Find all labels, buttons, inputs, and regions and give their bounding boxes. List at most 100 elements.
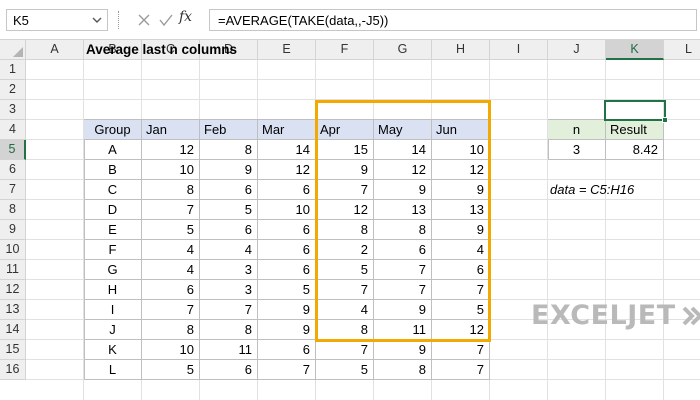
select-all-corner[interactable] <box>0 40 26 60</box>
table-header-mar[interactable]: Mar <box>258 120 316 140</box>
result-header[interactable]: Result <box>606 120 664 140</box>
value-cell[interactable]: 5 <box>142 220 200 240</box>
row-header-8[interactable]: 8 <box>0 200 26 220</box>
name-box[interactable]: K5 <box>6 9 108 31</box>
group-cell[interactable]: D <box>84 200 142 220</box>
row-header-9[interactable]: 9 <box>0 220 26 240</box>
value-cell[interactable]: 3 <box>200 260 258 280</box>
table-header-jan[interactable]: Jan <box>142 120 200 140</box>
column-header-k[interactable]: K <box>606 40 664 60</box>
function-icon[interactable]: fx <box>179 9 192 25</box>
row-header-7[interactable]: 7 <box>0 180 26 200</box>
value-cell[interactable]: 5 <box>200 200 258 220</box>
column-header-a[interactable]: A <box>26 40 84 60</box>
value-cell[interactable]: 10 <box>258 200 316 220</box>
column-header-i[interactable]: I <box>490 40 548 60</box>
column-header-h[interactable]: H <box>432 40 490 60</box>
enter-icon[interactable] <box>157 11 175 29</box>
value-cell[interactable]: 11 <box>200 340 258 360</box>
value-cell[interactable]: 9 <box>258 320 316 340</box>
value-cell[interactable]: 6 <box>258 340 316 360</box>
table-header-group[interactable]: Group <box>84 120 142 140</box>
active-cell-selection[interactable] <box>604 100 668 123</box>
value-cell[interactable]: 10 <box>142 340 200 360</box>
row-header-11[interactable]: 11 <box>0 260 26 280</box>
value-cell[interactable]: 8 <box>374 360 432 380</box>
row-header-15[interactable]: 15 <box>0 340 26 360</box>
group-cell[interactable]: A <box>84 140 142 160</box>
value-cell[interactable]: 6 <box>258 260 316 280</box>
value-cell[interactable]: 7 <box>316 340 374 360</box>
value-cell[interactable]: 9 <box>200 160 258 180</box>
value-cell[interactable]: 6 <box>258 180 316 200</box>
value-cell[interactable]: 7 <box>432 360 490 380</box>
value-cell[interactable]: 4 <box>142 240 200 260</box>
group-cell[interactable]: K <box>84 340 142 360</box>
value-cell[interactable]: 5 <box>258 280 316 300</box>
row-header-3[interactable]: 3 <box>0 100 26 120</box>
value-cell[interactable]: 6 <box>200 180 258 200</box>
row-header-16[interactable]: 16 <box>0 360 26 380</box>
value-cell[interactable]: 7 <box>142 300 200 320</box>
value-cell[interactable]: 6 <box>258 220 316 240</box>
value-cell[interactable]: 8 <box>142 180 200 200</box>
value-cell[interactable]: 5 <box>142 360 200 380</box>
value-cell[interactable]: 12 <box>258 160 316 180</box>
fill-handle[interactable] <box>662 117 668 123</box>
group-cell[interactable]: G <box>84 260 142 280</box>
row-header-5[interactable]: 5 <box>0 140 26 160</box>
group-cell[interactable]: H <box>84 280 142 300</box>
group-cell[interactable]: F <box>84 240 142 260</box>
value-cell[interactable]: 6 <box>200 220 258 240</box>
row-header-1[interactable]: 1 <box>0 60 26 80</box>
group-cell[interactable]: J <box>84 320 142 340</box>
value-cell[interactable]: 4 <box>142 260 200 280</box>
column-header-l[interactable]: L <box>664 40 700 60</box>
value-cell[interactable]: 10 <box>142 160 200 180</box>
value-cell[interactable]: 5 <box>316 360 374 380</box>
value-cell[interactable]: 6 <box>142 280 200 300</box>
group-cell[interactable]: E <box>84 220 142 240</box>
column-header-f[interactable]: F <box>316 40 374 60</box>
value-cell[interactable]: 14 <box>258 140 316 160</box>
gridline-horizontal <box>26 79 700 80</box>
value-cell[interactable]: 8 <box>200 320 258 340</box>
row-header-13[interactable]: 13 <box>0 300 26 320</box>
column-header-e[interactable]: E <box>258 40 316 60</box>
n-input-cell[interactable]: 3 <box>548 140 606 160</box>
value-cell[interactable]: 12 <box>142 140 200 160</box>
row-header-10[interactable]: 10 <box>0 240 26 260</box>
column-header-g[interactable]: G <box>374 40 432 60</box>
value-cell[interactable]: 3 <box>200 280 258 300</box>
group-cell[interactable]: C <box>84 180 142 200</box>
row-header-12[interactable]: 12 <box>0 280 26 300</box>
value-cell[interactable]: 7 <box>142 200 200 220</box>
n-header[interactable]: n <box>548 120 606 140</box>
column-header-j[interactable]: J <box>548 40 606 60</box>
value-cell[interactable]: 6 <box>258 240 316 260</box>
formula-input[interactable]: =AVERAGE(TAKE(data,,-J5)) <box>209 9 697 31</box>
value-cell[interactable]: 9 <box>258 300 316 320</box>
row-header-2[interactable]: 2 <box>0 80 26 100</box>
value-cell[interactable]: 9 <box>374 340 432 360</box>
value-cell[interactable]: 7 <box>258 360 316 380</box>
value-cell[interactable]: 6 <box>200 360 258 380</box>
group-cell[interactable]: L <box>84 360 142 380</box>
value-cell[interactable]: 8 <box>200 140 258 160</box>
value-cell[interactable]: 8 <box>142 320 200 340</box>
row-header-14[interactable]: 14 <box>0 320 26 340</box>
result-cell[interactable]: 8.42 <box>606 140 664 160</box>
row-header-6[interactable]: 6 <box>0 160 26 180</box>
value-cell[interactable]: 4 <box>200 240 258 260</box>
named-range-note: data = C5:H16 <box>550 182 635 197</box>
name-box-value: K5 <box>13 13 29 28</box>
formula-bar: K5 fx =AVERAGE(TAKE(data,,-J5)) <box>0 0 700 40</box>
value-cell[interactable]: 7 <box>200 300 258 320</box>
cancel-icon[interactable] <box>135 11 153 29</box>
group-cell[interactable]: B <box>84 160 142 180</box>
row-header-4[interactable]: 4 <box>0 120 26 140</box>
group-cell[interactable]: I <box>84 300 142 320</box>
table-header-feb[interactable]: Feb <box>200 120 258 140</box>
chevron-down-icon[interactable] <box>91 14 103 26</box>
value-cell[interactable]: 7 <box>432 340 490 360</box>
